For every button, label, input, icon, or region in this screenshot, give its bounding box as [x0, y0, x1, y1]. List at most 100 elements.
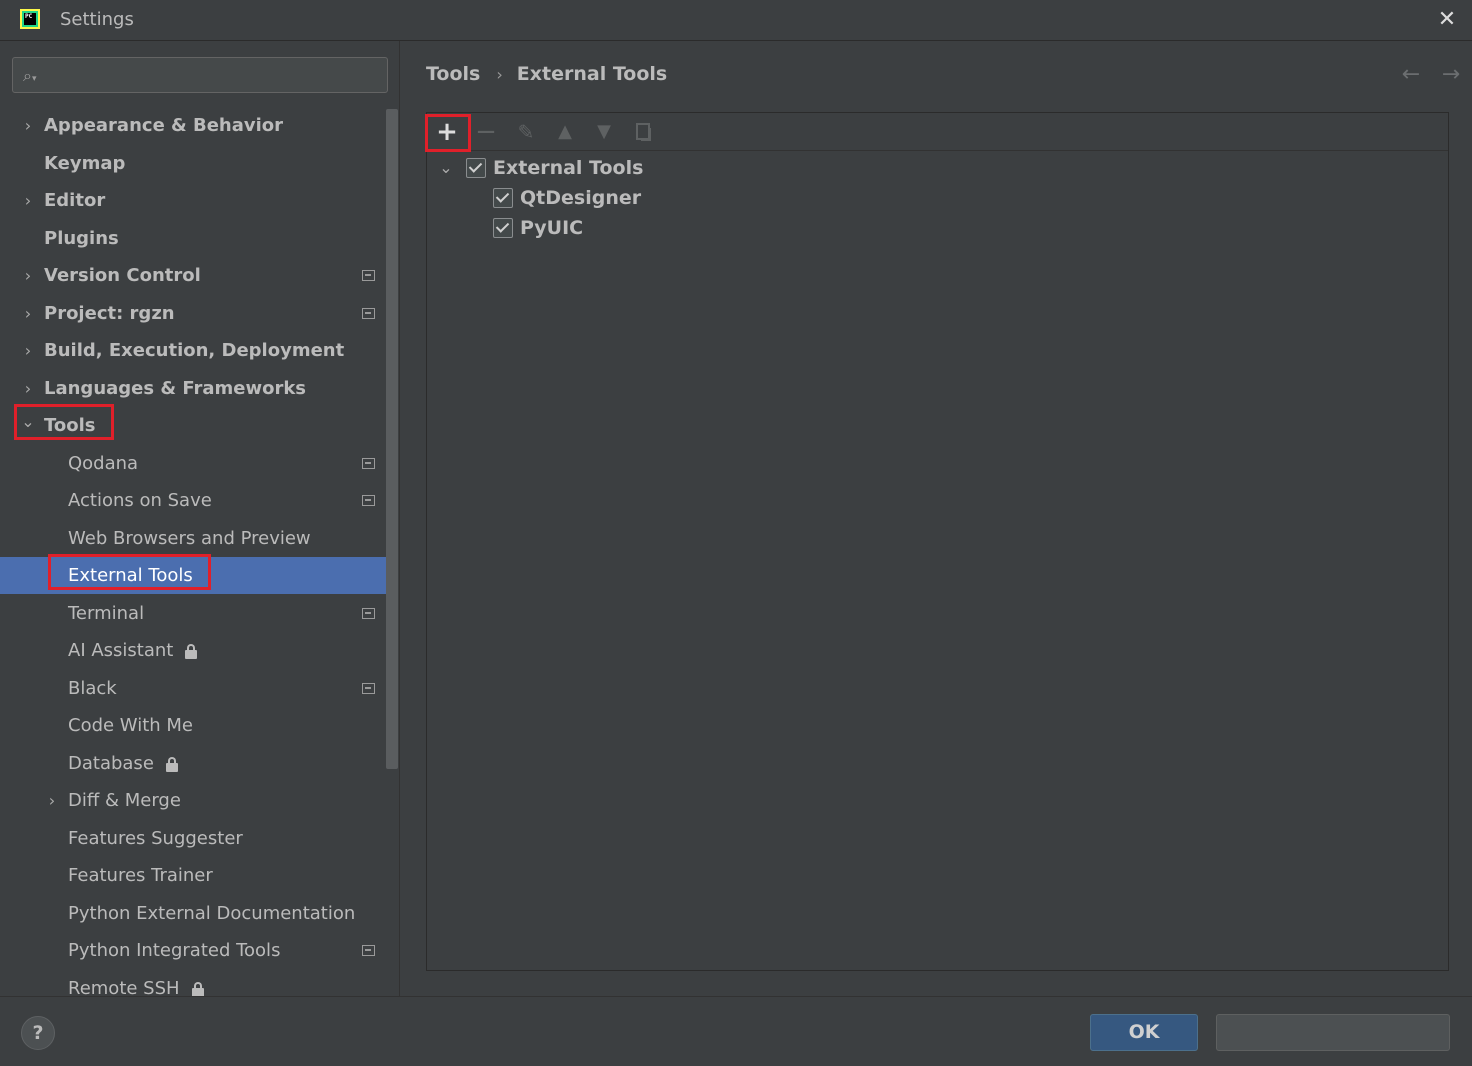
title-bar: PC Settings ✕ [0, 0, 1472, 41]
tool-group-row[interactable]: ⌄ External Tools [437, 153, 837, 183]
arrow-right-icon[interactable]: → [1437, 61, 1465, 89]
tool-checkbox[interactable] [493, 188, 513, 208]
sidebar-item[interactable]: ⌄ Tools [0, 407, 398, 444]
move-down-icon[interactable]: ▼ [589, 117, 619, 147]
sidebar-item[interactable]: Keymap [0, 145, 398, 182]
sidebar-item-label: Keymap [44, 153, 126, 174]
dialog-footer: ? OK [0, 996, 1472, 1066]
sidebar-item[interactable]: Web Browsers and Preview [0, 520, 398, 557]
sidebar-item[interactable]: › Languages & Frameworks [0, 370, 398, 407]
sidebar-item-label: Languages & Frameworks [44, 378, 307, 399]
chevron-right-icon[interactable]: › [20, 332, 36, 369]
sidebar-item-label: AI Assistant [68, 640, 174, 661]
sidebar-item-label: Python Integrated Tools [68, 940, 281, 961]
arrow-left-icon[interactable]: ← [1397, 61, 1425, 89]
sidebar-item[interactable]: › Diff & Merge [0, 782, 398, 819]
search-input[interactable] [51, 58, 381, 92]
sidebar-item[interactable]: Remote SSH [0, 970, 398, 996]
settings-sidebar: ⌕▾ › Appearance & Behavior Keymap › Editor Pl… [0, 41, 400, 996]
sidebar-item-label: Code With Me [68, 715, 193, 736]
close-icon[interactable]: ✕ [1432, 6, 1462, 34]
tool-name: QtDesigner [520, 187, 642, 209]
sidebar-scrollbar[interactable] [386, 109, 398, 769]
sidebar-item-label: Diff & Merge [68, 790, 181, 811]
sidebar-item-label: Qodana [68, 453, 139, 474]
breadcrumb-current: External Tools [516, 63, 668, 85]
sidebar-item-label: External Tools [68, 565, 193, 586]
project-scope-icon [362, 308, 375, 319]
project-scope-icon [362, 270, 375, 281]
lock-icon [166, 757, 178, 772]
tool-group-name: External Tools [493, 157, 644, 179]
sidebar-item[interactable]: Features Trainer [0, 857, 398, 894]
tools-toolbar: + − ✎ ▲ ▼ [427, 113, 1448, 151]
tool-name: PyUIC [520, 217, 584, 239]
chevron-right-icon[interactable]: › [20, 182, 36, 219]
project-scope-icon [362, 495, 375, 506]
sidebar-item[interactable]: Qodana [0, 445, 398, 482]
sidebar-item[interactable]: Terminal [0, 595, 398, 632]
project-scope-icon [362, 608, 375, 619]
copy-icon[interactable] [628, 117, 658, 147]
cancel-button[interactable] [1216, 1014, 1450, 1051]
tool-row[interactable]: QtDesigner [437, 183, 837, 213]
sidebar-item[interactable]: › Appearance & Behavior [0, 107, 398, 144]
sidebar-item[interactable]: Python External Documentation [0, 895, 398, 932]
sidebar-item[interactable]: Python Integrated Tools [0, 932, 398, 969]
app-logo-icon: PC [20, 9, 40, 29]
ok-button[interactable]: OK [1090, 1014, 1198, 1051]
sidebar-item[interactable]: Actions on Save [0, 482, 398, 519]
sidebar-item[interactable]: Features Suggester [0, 820, 398, 857]
breadcrumb: Tools › External Tools [426, 63, 667, 85]
sidebar-item-label: Plugins [44, 228, 119, 249]
breadcrumb-parent[interactable]: Tools [426, 63, 480, 85]
sidebar-item-label: Editor [44, 190, 106, 211]
project-scope-icon [362, 945, 375, 956]
search-icon[interactable]: ⌕▾ [23, 66, 47, 86]
sidebar-item-label: Web Browsers and Preview [68, 528, 311, 549]
copy-glyph [636, 123, 651, 141]
lock-icon [185, 644, 197, 659]
sidebar-item-label: Actions on Save [68, 490, 212, 511]
tool-row[interactable]: PyUIC [437, 213, 837, 243]
external-tools-panel: + − ✎ ▲ ▼ ⌄ External Tools QtDesigner Py… [425, 112, 1449, 971]
sidebar-item-label: Appearance & Behavior [44, 115, 284, 136]
sidebar-item-label: Features Suggester [68, 828, 243, 849]
search-field[interactable]: ⌕▾ [12, 57, 388, 93]
sidebar-item-label: Project: rgzn [44, 303, 175, 324]
breadcrumb-separator: › [496, 65, 503, 84]
sidebar-item[interactable]: Black [0, 670, 398, 707]
sidebar-item[interactable]: Plugins [0, 220, 398, 257]
sidebar-item[interactable]: › Project: rgzn [0, 295, 398, 332]
sidebar-item-label: Remote SSH [68, 978, 180, 996]
chevron-right-icon[interactable]: › [20, 107, 36, 144]
tool-group-checkbox[interactable] [466, 158, 486, 178]
tool-checkbox[interactable] [493, 218, 513, 238]
chevron-down-icon[interactable]: ⌄ [20, 407, 36, 437]
sidebar-item[interactable]: Database [0, 745, 398, 782]
main-content: Tools › External Tools ← → + − ✎ ▲ ▼ ⌄ Ext… [401, 41, 1472, 996]
sidebar-item[interactable]: › Version Control [0, 257, 398, 294]
app-logo-text: PC [24, 13, 36, 25]
chevron-right-icon[interactable]: › [20, 257, 36, 294]
sidebar-item-label: Terminal [68, 603, 145, 624]
help-icon[interactable]: ? [21, 1016, 55, 1050]
move-up-icon[interactable]: ▲ [550, 117, 580, 147]
sidebar-item[interactable]: AI Assistant [0, 632, 398, 669]
remove-icon[interactable]: − [471, 117, 501, 147]
chevron-right-icon[interactable]: › [44, 782, 60, 819]
sidebar-item[interactable]: Code With Me [0, 707, 398, 744]
sidebar-item-label: Features Trainer [68, 865, 213, 886]
sidebar-item-label: Database [68, 753, 154, 774]
chevron-right-icon[interactable]: › [20, 370, 36, 407]
sidebar-item[interactable]: › Editor [0, 182, 398, 219]
sidebar-item-label: Build, Execution, Deployment [44, 340, 345, 361]
sidebar-item[interactable]: External Tools [0, 557, 398, 594]
sidebar-item-label: Black [68, 678, 117, 699]
chevron-right-icon[interactable]: › [20, 295, 36, 332]
edit-icon[interactable]: ✎ [511, 117, 541, 147]
sidebar-item[interactable]: › Build, Execution, Deployment [0, 332, 398, 369]
project-scope-icon [362, 683, 375, 694]
add-icon[interactable]: + [432, 117, 462, 147]
chevron-down-icon[interactable]: ⌄ [437, 153, 455, 183]
